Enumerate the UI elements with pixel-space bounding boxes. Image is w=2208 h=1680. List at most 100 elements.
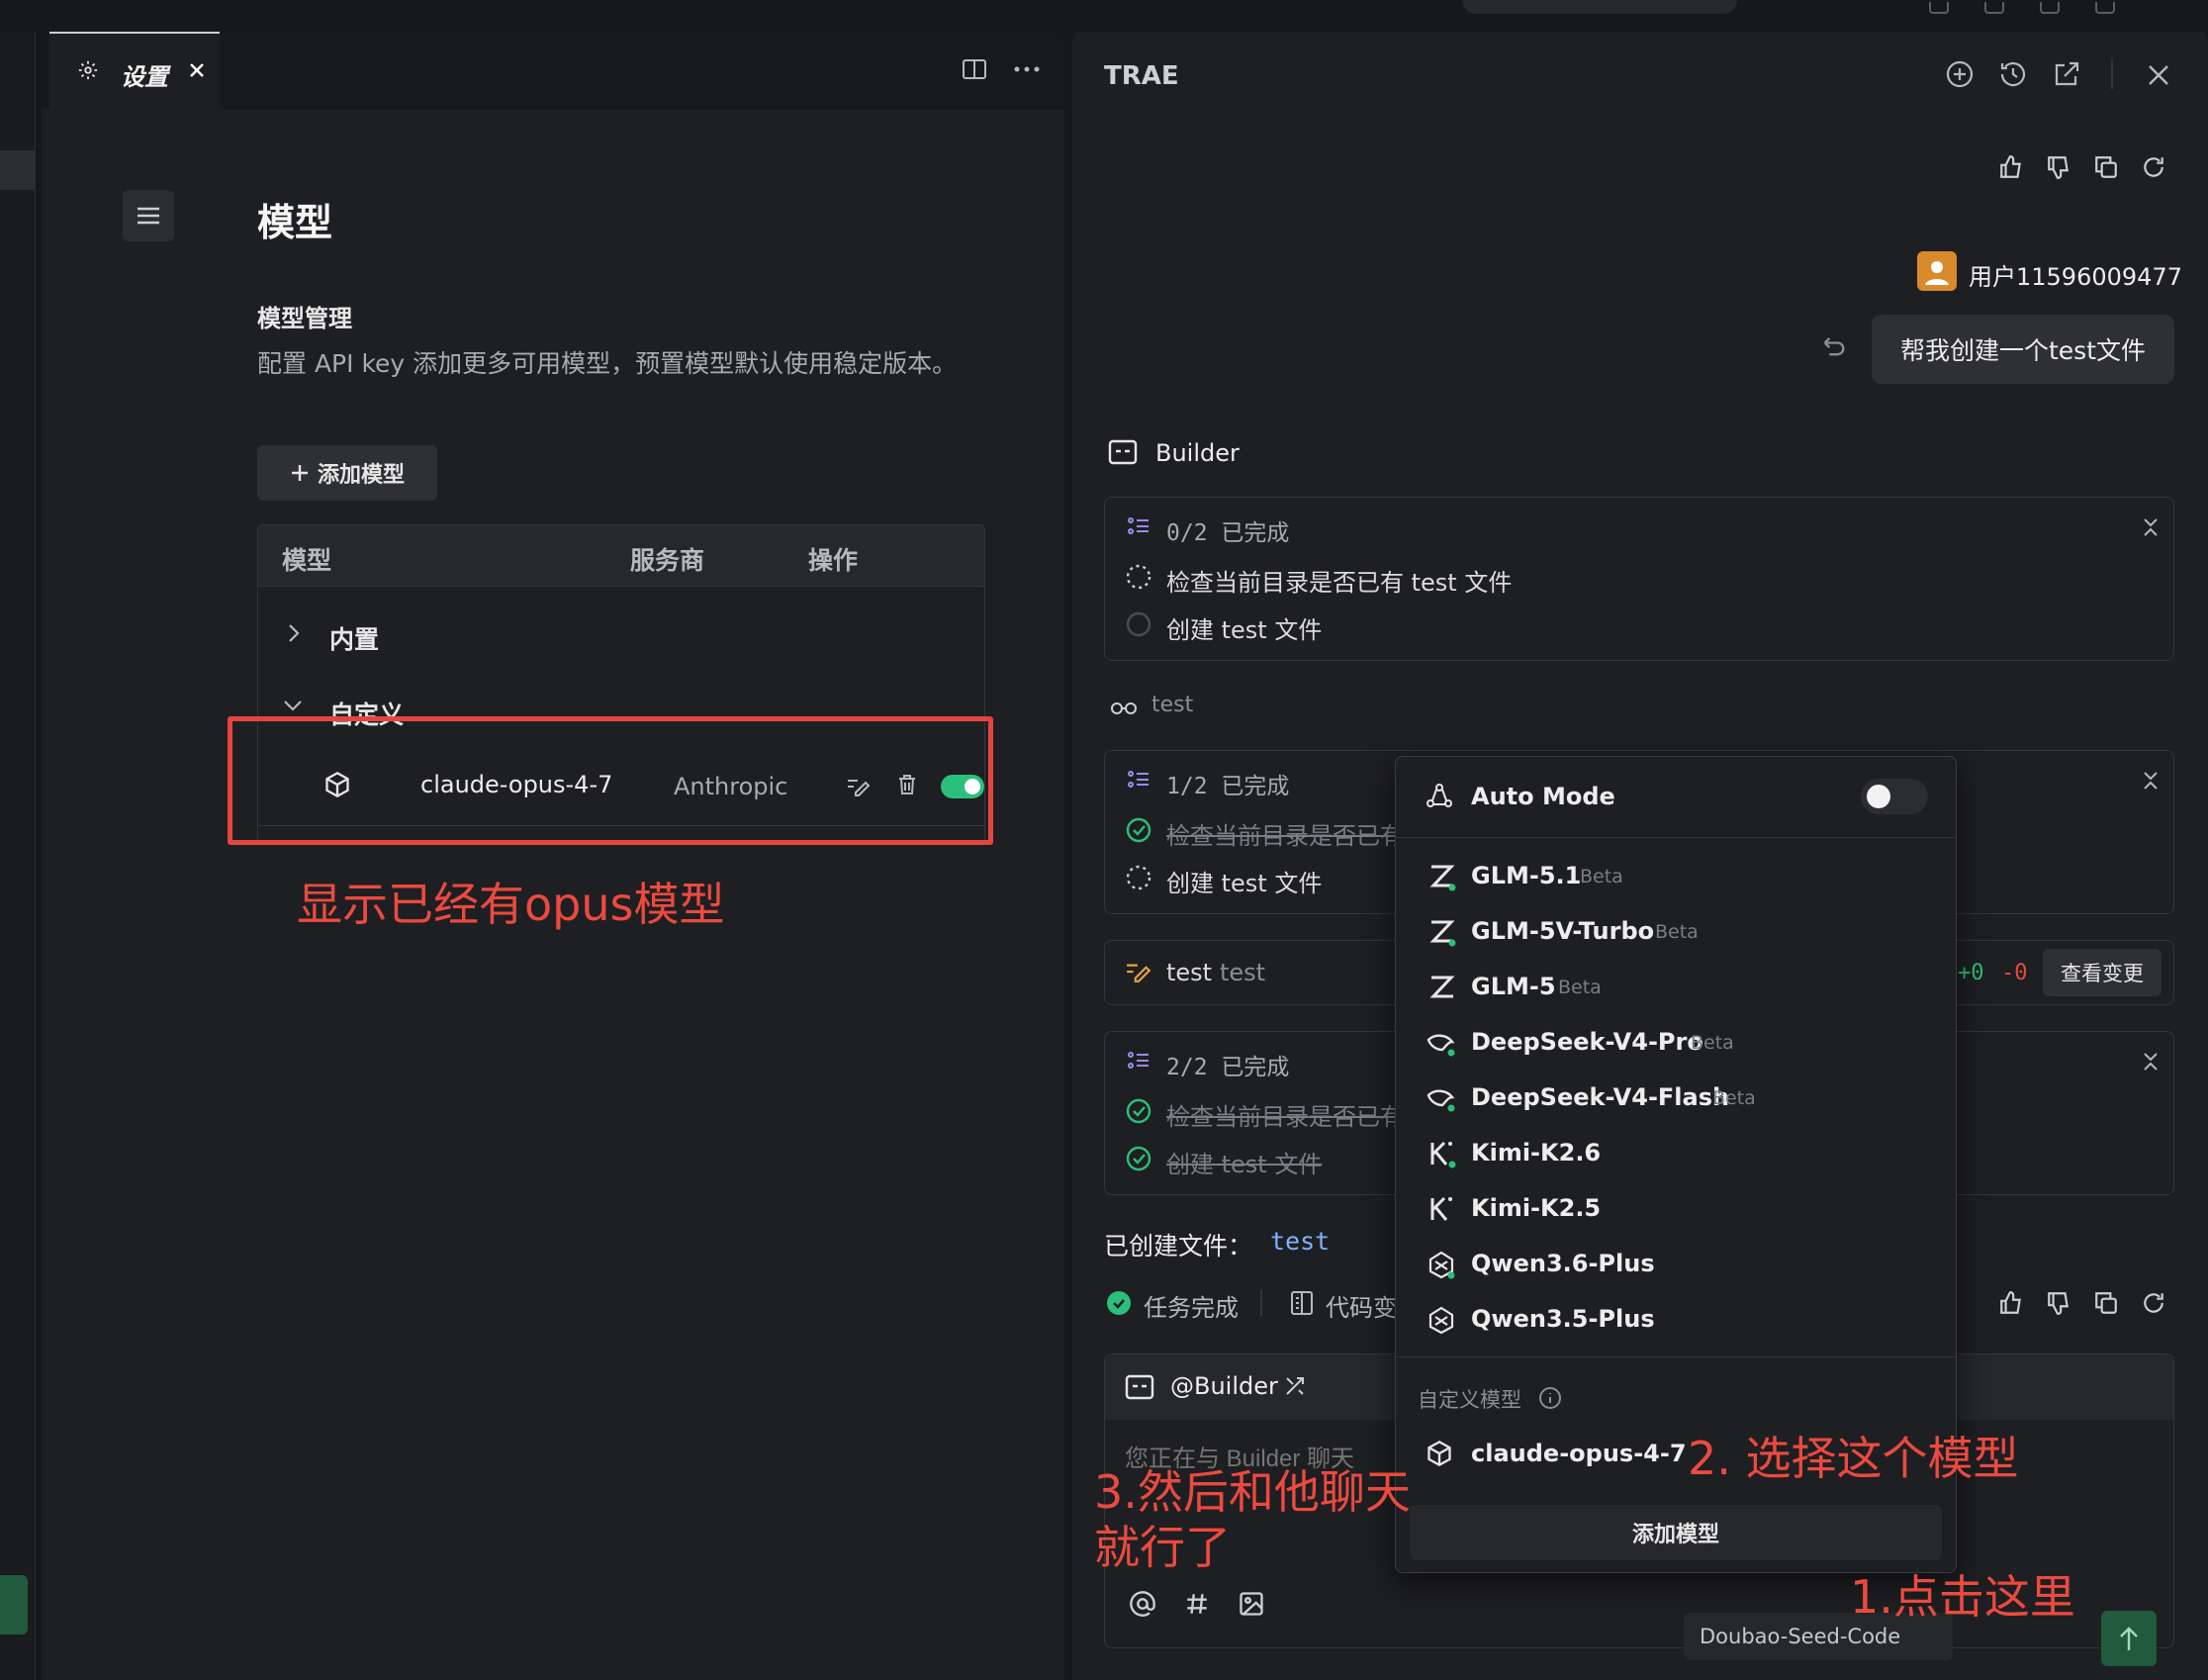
tools-icon[interactable] bbox=[1283, 1374, 1307, 1398]
custom-model-name: claude-opus-4-7 bbox=[1471, 1440, 1687, 1467]
pending-icon bbox=[1125, 563, 1152, 591]
check-filled-icon bbox=[1106, 1290, 1132, 1316]
group-builtin-label: 内置 bbox=[329, 625, 380, 654]
section-title: 模型管理 bbox=[257, 305, 352, 332]
annotation-line: 3.然后和他聊天 bbox=[1094, 1465, 1411, 1519]
send-button[interactable] bbox=[2101, 1611, 2157, 1666]
top-bar bbox=[0, 0, 2208, 32]
model-option-name: GLM-5V-Turbo bbox=[1471, 917, 1655, 945]
deepseek-icon bbox=[1426, 1083, 1457, 1113]
checklist-icon bbox=[1127, 1050, 1150, 1072]
add-model-label: 添加模型 bbox=[317, 463, 405, 488]
avatar bbox=[1917, 251, 1957, 291]
annotation-note: 3.然后和他聊天 就行了 bbox=[1094, 1464, 1411, 1575]
chat-title: TRAE bbox=[1104, 61, 1179, 91]
check-circle-icon bbox=[1125, 1097, 1152, 1125]
model-option[interactable]: Qwen3.6-Plus bbox=[1396, 1236, 1956, 1291]
model-option[interactable]: DeepSeek-V4-Pro Beta bbox=[1396, 1014, 1956, 1070]
info-icon[interactable] bbox=[1538, 1386, 1562, 1410]
column-header-actions: 操作 bbox=[808, 546, 859, 575]
tab-settings[interactable]: 设置 bbox=[49, 32, 220, 111]
model-option-name: GLM-5 bbox=[1471, 973, 1556, 1000]
thumbs-up-icon[interactable] bbox=[1998, 154, 2024, 180]
active-strip-item[interactable] bbox=[0, 150, 36, 190]
task-item: 创建 test 文件 bbox=[1166, 1151, 1323, 1178]
qwen-icon bbox=[1426, 1250, 1457, 1279]
thumbs-down-icon[interactable] bbox=[2046, 154, 2071, 180]
code-changes-label[interactable]: 代码变 bbox=[1326, 1288, 1397, 1323]
zhipu-icon bbox=[1427, 917, 1457, 947]
close-icon[interactable] bbox=[2147, 63, 2170, 87]
window-icon[interactable] bbox=[2040, 2, 2060, 14]
task-item: 检查当前目录是否已有 test 文件 bbox=[1166, 569, 1513, 597]
column-header-provider: 服务商 bbox=[630, 546, 705, 575]
model-option-name: GLM-5.1 bbox=[1471, 862, 1582, 889]
plan-card: 0/2 已完成 检查当前目录是否已有 test 文件 创建 test 文件 bbox=[1104, 497, 2174, 661]
auto-mode-icon bbox=[1426, 783, 1453, 810]
copy-icon[interactable] bbox=[2093, 1290, 2119, 1316]
hash-icon[interactable] bbox=[1184, 1590, 1210, 1618]
window-icon[interactable] bbox=[2095, 2, 2115, 14]
code-changes-icon bbox=[1290, 1290, 1314, 1316]
auto-mode-toggle[interactable] bbox=[1861, 779, 1928, 814]
menu-toggle-button[interactable] bbox=[123, 190, 174, 241]
task-item: 创建 test 文件 bbox=[1166, 870, 1323, 897]
thumbs-up-icon[interactable] bbox=[1998, 1290, 2024, 1316]
split-editor-icon[interactable] bbox=[962, 57, 987, 81]
more-icon[interactable] bbox=[1013, 57, 1041, 81]
window-icon[interactable] bbox=[1929, 2, 1949, 14]
model-option[interactable]: Kimi-K2.5 bbox=[1396, 1180, 1956, 1236]
diff-added: +0 bbox=[1958, 961, 1984, 985]
zhipu-icon bbox=[1427, 973, 1457, 1002]
add-model-button[interactable]: 添加模型 bbox=[1410, 1505, 1942, 1560]
copy-icon[interactable] bbox=[2093, 154, 2119, 180]
at-icon[interactable] bbox=[1129, 1590, 1156, 1618]
model-option[interactable]: DeepSeek-V4-Flash Beta bbox=[1396, 1070, 1956, 1125]
beta-badge: Beta bbox=[1558, 977, 1602, 998]
annotation-note: 显示已经有opus模型 bbox=[297, 878, 725, 931]
menu-icon bbox=[136, 205, 161, 227]
collapse-icon[interactable] bbox=[2142, 1050, 2160, 1073]
auto-mode-label: Auto Mode bbox=[1471, 783, 1615, 810]
group-builtin-row[interactable]: 内置 bbox=[258, 605, 984, 664]
new-chat-icon[interactable] bbox=[1945, 59, 1975, 89]
refresh-icon[interactable] bbox=[2141, 154, 2166, 180]
edit-file-name: test bbox=[1166, 959, 1213, 986]
close-icon[interactable] bbox=[188, 61, 206, 79]
model-option[interactable]: GLM-5.1 Beta bbox=[1396, 848, 1956, 903]
column-header-model: 模型 bbox=[282, 546, 332, 575]
strip-button[interactable] bbox=[0, 1575, 28, 1634]
task-complete-label: 任务完成 bbox=[1144, 1294, 1239, 1322]
model-option[interactable]: GLM-5 Beta bbox=[1396, 959, 1956, 1014]
tab-bar: 设置 bbox=[42, 32, 1064, 111]
plan-progress: 2/2 已完成 bbox=[1166, 1055, 1290, 1080]
checklist-icon bbox=[1127, 515, 1150, 537]
deepseek-icon bbox=[1426, 1028, 1457, 1058]
arrow-up-icon bbox=[2117, 1625, 2141, 1652]
input-agent-label[interactable]: @Builder bbox=[1170, 1372, 1278, 1400]
created-file-link[interactable]: test bbox=[1270, 1227, 1330, 1256]
top-status-pill[interactable] bbox=[1462, 0, 1737, 14]
image-icon[interactable] bbox=[1238, 1590, 1265, 1618]
view-changes-button[interactable]: 查看变更 bbox=[2043, 949, 2162, 996]
zhipu-icon bbox=[1427, 862, 1457, 891]
agent-name: Builder bbox=[1155, 439, 1240, 467]
annotation-note: 1.点击这里 bbox=[1850, 1570, 2075, 1624]
collapse-icon[interactable] bbox=[2142, 515, 2160, 539]
window-icon[interactable] bbox=[1984, 2, 2004, 14]
auto-mode-row[interactable]: Auto Mode bbox=[1396, 757, 1956, 838]
collapse-icon[interactable] bbox=[2142, 769, 2160, 793]
beta-badge: Beta bbox=[1712, 1087, 1756, 1109]
model-option[interactable]: Qwen3.5-Plus bbox=[1396, 1291, 1956, 1347]
beta-badge: Beta bbox=[1655, 921, 1699, 943]
cube-icon bbox=[1426, 1440, 1453, 1467]
undo-icon[interactable] bbox=[1820, 332, 1848, 360]
model-option[interactable]: Kimi-K2.6 bbox=[1396, 1125, 1956, 1180]
checklist-icon bbox=[1127, 769, 1150, 791]
refresh-icon[interactable] bbox=[2141, 1290, 2166, 1316]
add-model-button[interactable]: 添加模型 bbox=[257, 445, 437, 501]
thumbs-down-icon[interactable] bbox=[2046, 1290, 2071, 1316]
history-icon[interactable] bbox=[1998, 59, 2028, 89]
model-option[interactable]: GLM-5V-Turbo Beta bbox=[1396, 903, 1956, 959]
open-external-icon[interactable] bbox=[2052, 59, 2081, 89]
